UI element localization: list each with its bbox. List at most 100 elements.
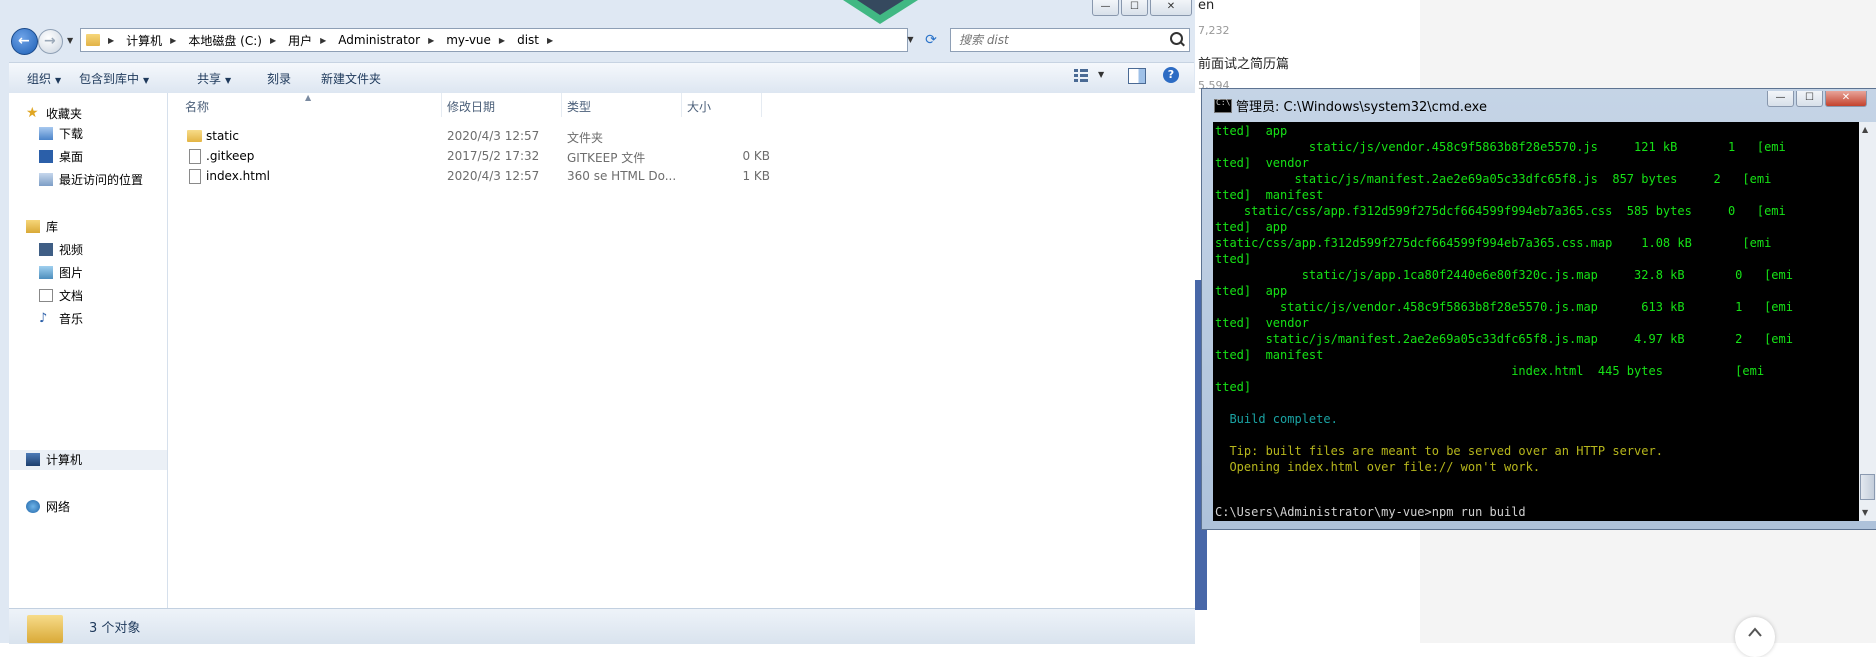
nav-music[interactable]: ♪ 音乐 bbox=[39, 309, 83, 328]
file-icon bbox=[189, 149, 201, 164]
item-count: 3 个对象 bbox=[89, 621, 141, 636]
nav-favorites[interactable]: ★ 收藏夹 bbox=[26, 104, 82, 123]
nav-libraries[interactable]: 库 bbox=[26, 217, 58, 236]
address-bar[interactable]: ▶ 计算机 ▶ 本地磁盘 (C:) ▶ 用户 ▶ Administrator ▶… bbox=[80, 28, 908, 52]
view-dropdown-arrow[interactable]: ▼ bbox=[1098, 70, 1104, 79]
cmd-window-controls: — ☐ ✕ bbox=[1767, 91, 1867, 107]
breadcrumb-separator[interactable]: ▶ bbox=[499, 36, 505, 45]
nav-pictures[interactable]: 图片 bbox=[39, 263, 83, 282]
maximize-button[interactable]: ☐ bbox=[1121, 0, 1148, 16]
nav-recent-places[interactable]: 最近访问的位置 bbox=[39, 170, 143, 189]
scroll-to-top-button[interactable] bbox=[1735, 617, 1775, 657]
scroll-thumb[interactable] bbox=[1860, 474, 1875, 500]
downloads-folder-icon bbox=[39, 127, 53, 140]
include-in-library-button[interactable]: 包含到库中 ▼ bbox=[79, 70, 149, 87]
refresh-button[interactable]: ⟳ bbox=[920, 28, 942, 52]
scroll-up-arrow-icon[interactable]: ▲ bbox=[1862, 125, 1868, 134]
console-line: static/js/vendor.458c9f5863b8f28e5570.js… bbox=[1215, 140, 1786, 154]
change-view-icon[interactable] bbox=[1073, 67, 1089, 83]
video-icon bbox=[39, 243, 53, 256]
breadcrumb-local-disk[interactable]: 本地磁盘 (C:) bbox=[188, 32, 262, 49]
breadcrumb-computer[interactable]: 计算机 bbox=[126, 32, 162, 49]
console-line: static/css/app.f312d599f275dcf664599f994… bbox=[1215, 204, 1786, 218]
console-line: tted] manifest bbox=[1215, 348, 1324, 362]
breadcrumb-separator[interactable]: ▶ bbox=[108, 36, 114, 45]
forward-arrow-icon: → bbox=[44, 33, 56, 49]
desktop-icon bbox=[39, 150, 53, 163]
cmd-minimize-button[interactable]: — bbox=[1767, 91, 1794, 107]
cmd-scrollbar[interactable]: ▲ ▼ bbox=[1859, 122, 1876, 521]
console-line-warning: Opening index.html over file:// won't wo… bbox=[1215, 460, 1541, 474]
cmd-maximize-button[interactable]: ☐ bbox=[1796, 91, 1823, 107]
minimize-button[interactable]: — bbox=[1092, 0, 1119, 16]
command-toolbar: 组织 ▼ 包含到库中 ▼ 共享 ▼ 刻录 新建文件夹 bbox=[9, 62, 1194, 94]
breadcrumb-my-vue[interactable]: my-vue bbox=[446, 33, 491, 47]
background-text-2[interactable]: 前面试之简历篇 bbox=[1198, 53, 1289, 72]
refresh-icon: ⟳ bbox=[925, 32, 937, 48]
help-icon[interactable]: ? bbox=[1163, 67, 1179, 83]
recent-places-icon bbox=[39, 173, 53, 186]
file-name: .gitkeep bbox=[206, 149, 255, 163]
cmd-window-title: 管理员: C:\Windows\system32\cmd.exe bbox=[1236, 100, 1487, 115]
console-line: tted] vendor bbox=[1215, 156, 1309, 170]
share-button[interactable]: 共享 ▼ bbox=[197, 70, 231, 87]
nav-documents[interactable]: 文档 bbox=[39, 286, 83, 305]
column-header-name[interactable]: 名称 bbox=[185, 98, 209, 115]
console-line: static/js/manifest.2ae2e69a05c33dfc65f8.… bbox=[1215, 172, 1772, 186]
scroll-down-arrow-icon[interactable]: ▼ bbox=[1862, 508, 1868, 517]
organize-button[interactable]: 组织 ▼ bbox=[27, 70, 61, 87]
back-button[interactable]: ← bbox=[11, 28, 38, 55]
close-button[interactable]: ✕ bbox=[1150, 0, 1192, 16]
breadcrumb-dist[interactable]: dist bbox=[517, 33, 539, 47]
file-name: index.html bbox=[206, 169, 270, 183]
console-line: static/css/app.f312d599f275dcf664599f994… bbox=[1215, 236, 1772, 250]
search-input[interactable] bbox=[957, 29, 1161, 51]
console-line: tted] app bbox=[1215, 284, 1288, 298]
recent-locations-dropdown[interactable]: ▼ bbox=[67, 36, 73, 45]
cmd-close-button[interactable]: ✕ bbox=[1825, 91, 1867, 107]
breadcrumb-separator[interactable]: ▶ bbox=[428, 36, 434, 45]
address-dropdown-button[interactable]: ▼ bbox=[902, 28, 919, 52]
cmd-console-output[interactable]: tted] app static/js/vendor.458c9f5863b8f… bbox=[1213, 122, 1859, 521]
file-row-index-html[interactable]: index.html 2020/4/3 12:57 360 se HTML Do… bbox=[168, 166, 770, 186]
column-header-type[interactable]: 类型 bbox=[567, 98, 591, 115]
console-line: static/js/app.1ca80f2440e6e80f320c.js.ma… bbox=[1215, 268, 1793, 282]
file-row-static[interactable]: static 2020/4/3 12:57 文件夹 bbox=[168, 126, 768, 146]
burn-button[interactable]: 刻录 bbox=[267, 70, 291, 87]
breadcrumb-separator[interactable]: ▶ bbox=[270, 36, 276, 45]
nav-network[interactable]: 网络 bbox=[26, 497, 70, 516]
file-row-gitkeep[interactable]: .gitkeep 2017/5/2 17:32 GITKEEP 文件 0 KB bbox=[168, 146, 770, 166]
status-bar: 3 个对象 bbox=[9, 608, 1195, 644]
console-line: tted] vendor bbox=[1215, 316, 1309, 330]
nav-computer[interactable]: 计算机 bbox=[26, 450, 82, 469]
breadcrumb-separator[interactable]: ▶ bbox=[547, 36, 553, 45]
window-controls: — ☐ ✕ bbox=[1092, 0, 1192, 16]
console-line: tted] app bbox=[1215, 220, 1288, 234]
console-line: static/js/vendor.458c9f5863b8f28e5570.js… bbox=[1215, 300, 1793, 314]
column-header-date[interactable]: 修改日期 bbox=[447, 98, 495, 115]
search-box[interactable] bbox=[950, 28, 1190, 52]
column-divider[interactable] bbox=[441, 93, 442, 117]
column-divider[interactable] bbox=[561, 93, 562, 117]
breadcrumb-administrator[interactable]: Administrator bbox=[338, 33, 420, 47]
search-icon[interactable] bbox=[1170, 32, 1183, 45]
breadcrumb-separator[interactable]: ▶ bbox=[170, 36, 176, 45]
forward-button[interactable]: → bbox=[38, 29, 63, 54]
nav-downloads[interactable]: 下载 bbox=[39, 124, 83, 143]
cmd-window: 管理员: C:\Windows\system32\cmd.exe — ☐ ✕ t… bbox=[1201, 88, 1876, 530]
nav-videos[interactable]: 视频 bbox=[39, 240, 83, 259]
console-line-build-complete: Build complete. bbox=[1215, 412, 1338, 426]
preview-pane-icon[interactable] bbox=[1128, 68, 1146, 84]
nav-desktop[interactable]: 桌面 bbox=[39, 147, 83, 166]
console-line: tted] bbox=[1215, 252, 1252, 266]
folder-icon bbox=[86, 34, 100, 46]
breadcrumb-users[interactable]: 用户 bbox=[288, 32, 312, 49]
network-icon bbox=[26, 500, 40, 513]
column-header-size[interactable]: 大小 bbox=[687, 98, 711, 115]
column-divider[interactable] bbox=[681, 93, 682, 117]
column-divider[interactable] bbox=[761, 93, 762, 117]
file-type: 文件夹 bbox=[567, 131, 604, 145]
console-line: tted] app bbox=[1215, 124, 1288, 138]
new-folder-button[interactable]: 新建文件夹 bbox=[321, 70, 381, 87]
breadcrumb-separator[interactable]: ▶ bbox=[320, 36, 326, 45]
